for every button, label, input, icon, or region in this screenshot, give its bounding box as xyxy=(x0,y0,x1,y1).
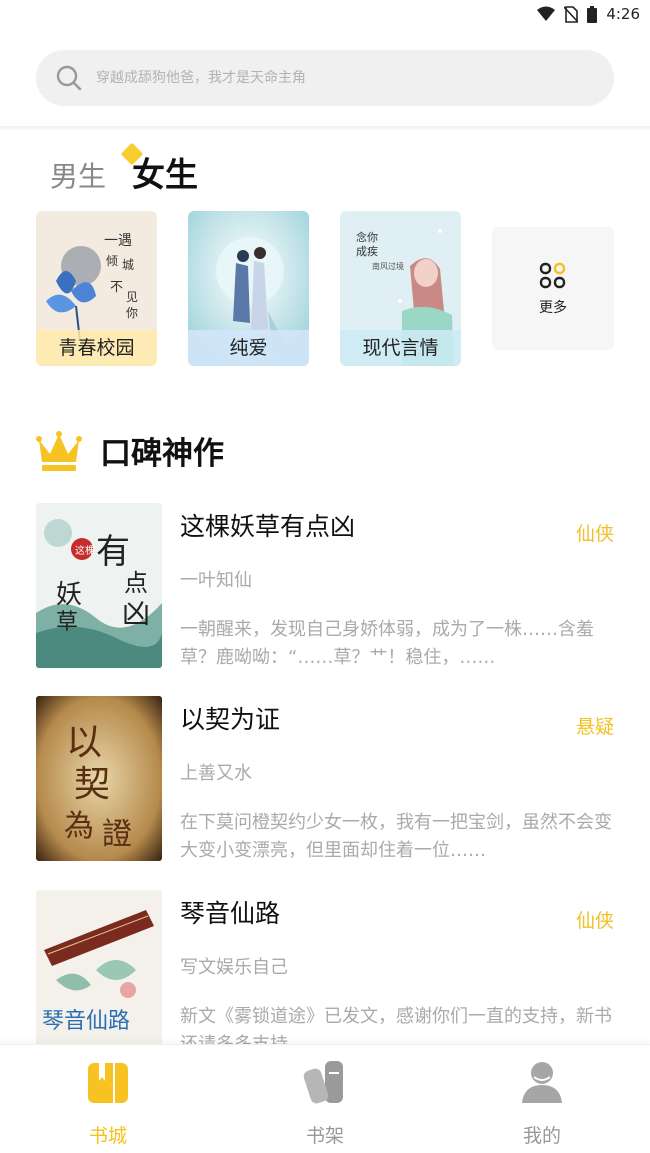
svg-text:妖: 妖 xyxy=(56,580,82,610)
svg-text:為: 為 xyxy=(64,809,94,844)
book-item[interactable]: 有 点 凶 妖 草 这棵 这棵妖草有点凶 仙侠 一叶知仙 一朝醒来，发现自己身娇… xyxy=(36,503,614,668)
svg-text:證: 證 xyxy=(102,817,132,852)
nav-label: 书城 xyxy=(88,1125,127,1147)
nav-item-bookshelf[interactable]: 书架 xyxy=(270,1059,380,1148)
more-categories-button[interactable]: 更多 xyxy=(492,227,614,350)
search-icon xyxy=(56,65,82,91)
svg-text:以: 以 xyxy=(66,722,102,763)
svg-text:念你: 念你 xyxy=(356,230,378,244)
more-label: 更多 xyxy=(539,299,567,316)
book-genre: 仙侠 xyxy=(575,910,614,932)
category-card-youth-campus[interactable]: 一遇 倾 城 不 见 你 青春校园 xyxy=(36,211,157,366)
book-title: 这棵妖草有点凶 xyxy=(180,512,356,541)
svg-text:琴音仙路: 琴音仙路 xyxy=(42,1009,130,1034)
tab-female-label: 女生 xyxy=(132,155,199,194)
svg-text:不: 不 xyxy=(110,280,123,295)
status-time: 4:26 xyxy=(606,5,640,23)
no-sim-icon xyxy=(564,5,579,23)
wifi-icon xyxy=(537,6,556,21)
section-header: 口碑神作 xyxy=(36,428,224,473)
book-author: 写文娱乐自己 xyxy=(180,957,288,978)
svg-text:城: 城 xyxy=(122,258,134,272)
svg-text:凶: 凶 xyxy=(122,597,150,630)
battery-icon xyxy=(587,5,598,23)
nav-item-bookstore[interactable]: 书城 xyxy=(53,1059,163,1148)
header-divider xyxy=(0,126,650,130)
book-cover-image: 以 契 為 證 xyxy=(36,696,162,861)
crown-icon xyxy=(36,430,82,471)
svg-text:一遇: 一遇 xyxy=(104,233,132,249)
category-card-modern-romance[interactable]: 念你 成疾 南风过境 现代言情 xyxy=(340,211,461,366)
bookshelf-icon xyxy=(303,1061,343,1104)
svg-text:契: 契 xyxy=(74,764,110,805)
book-item[interactable]: 以 契 為 證 以契为证 悬疑 上善又水 在下莫问橙契约少女一枚，我有一把宝剑，… xyxy=(36,696,614,861)
svg-text:草: 草 xyxy=(56,610,78,635)
section-title: 口碑神作 xyxy=(100,436,224,472)
nav-item-profile[interactable]: 我的 xyxy=(487,1059,597,1148)
category-card-pure-love[interactable]: 纯爱 xyxy=(188,211,309,366)
book-description: 一朝醒来，发现自己身娇体弱，成为了一株……含羞草？鹿呦呦：“……草？艹！稳住，…… xyxy=(180,619,594,668)
category-label: 纯爱 xyxy=(188,330,309,366)
status-bar: 4:26 xyxy=(0,0,650,30)
tab-male[interactable]: 男生 xyxy=(50,155,106,195)
nav-label: 书架 xyxy=(305,1125,344,1147)
svg-text:点: 点 xyxy=(124,569,148,597)
book-genre: 悬疑 xyxy=(575,716,614,738)
search-input[interactable] xyxy=(96,70,576,86)
search-bar[interactable] xyxy=(36,50,614,106)
book-title: 以契为证 xyxy=(180,705,281,734)
svg-text:成疾: 成疾 xyxy=(356,244,378,258)
book-title: 琴音仙路 xyxy=(180,899,281,928)
book-cover-image: 琴音仙路 xyxy=(36,890,162,1055)
book-author: 上善又水 xyxy=(180,763,252,784)
book-cover-image: 有 点 凶 妖 草 这棵 xyxy=(36,503,162,668)
svg-text:你: 你 xyxy=(126,306,138,320)
book-genre: 仙侠 xyxy=(575,523,614,545)
more-icon xyxy=(539,262,566,288)
book-description: 在下莫问橙契约少女一枚，我有一把宝剑，虽然不会变大变小变漂亮，但里面却住着一位…… xyxy=(180,812,612,861)
svg-text:见: 见 xyxy=(126,290,138,304)
category-label: 青春校园 xyxy=(36,330,157,366)
profile-icon xyxy=(522,1062,562,1103)
bottom-nav: 书城 书架 我的 xyxy=(0,1044,650,1153)
book-author: 一叶知仙 xyxy=(180,570,252,591)
svg-text:倾: 倾 xyxy=(106,254,118,268)
book-city-icon xyxy=(88,1063,128,1103)
gender-tabs: 男生 女生 xyxy=(50,142,199,196)
svg-text:南风过境: 南风过境 xyxy=(372,261,404,271)
book-item[interactable]: 琴音仙路 琴音仙路 仙侠 写文娱乐自己 新文《雾锁道途》已发文，感谢你们一直的支… xyxy=(36,890,614,1055)
svg-text:这棵: 这棵 xyxy=(75,544,95,557)
category-row: 一遇 倾 城 不 见 你 青春校园 纯爱 念你 成疾 南风过境 现代言情 更多 xyxy=(36,211,614,367)
svg-text:有: 有 xyxy=(96,532,130,572)
tab-female[interactable]: 女生 xyxy=(120,142,199,196)
nav-label: 我的 xyxy=(522,1125,561,1147)
category-label: 现代言情 xyxy=(340,330,461,366)
